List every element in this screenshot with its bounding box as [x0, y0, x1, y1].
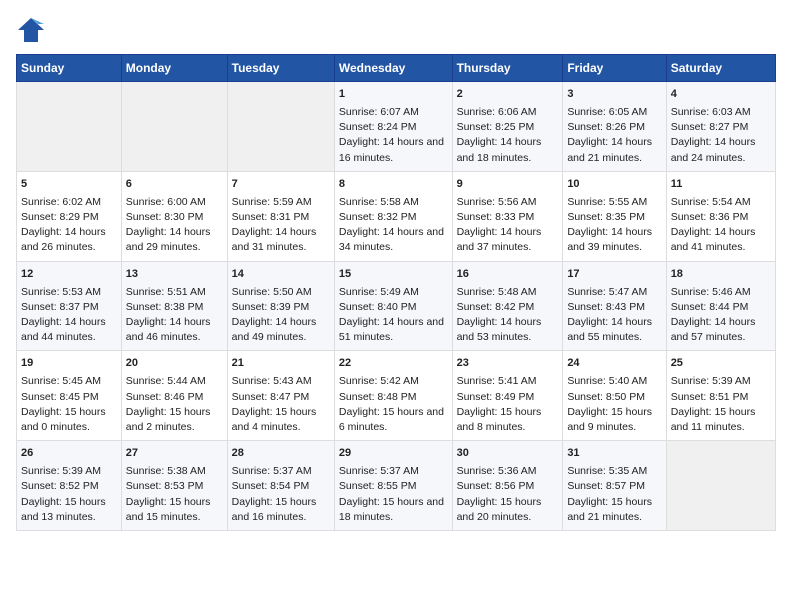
weekday-header: Monday	[121, 55, 227, 82]
day-number: 21	[232, 356, 330, 372]
day-number: 14	[232, 267, 330, 283]
calendar-cell: 9Sunrise: 5:56 AMSunset: 8:33 PMDaylight…	[452, 171, 563, 261]
calendar-cell: 10Sunrise: 5:55 AMSunset: 8:35 PMDayligh…	[563, 171, 666, 261]
day-number: 30	[457, 446, 559, 462]
calendar-cell: 8Sunrise: 5:58 AMSunset: 8:32 PMDaylight…	[334, 171, 452, 261]
day-number: 8	[339, 177, 448, 193]
calendar-cell: 12Sunrise: 5:53 AMSunset: 8:37 PMDayligh…	[17, 261, 122, 351]
calendar-cell: 1Sunrise: 6:07 AMSunset: 8:24 PMDaylight…	[334, 82, 452, 172]
day-number: 13	[126, 267, 223, 283]
calendar-table: SundayMondayTuesdayWednesdayThursdayFrid…	[16, 54, 776, 531]
calendar-cell: 30Sunrise: 5:36 AMSunset: 8:56 PMDayligh…	[452, 441, 563, 531]
day-number: 22	[339, 356, 448, 372]
day-number: 1	[339, 87, 448, 103]
calendar-cell: 29Sunrise: 5:37 AMSunset: 8:55 PMDayligh…	[334, 441, 452, 531]
calendar-cell: 2Sunrise: 6:06 AMSunset: 8:25 PMDaylight…	[452, 82, 563, 172]
weekday-header: Tuesday	[227, 55, 334, 82]
calendar-week-row: 5Sunrise: 6:02 AMSunset: 8:29 PMDaylight…	[17, 171, 776, 261]
day-number: 5	[21, 177, 117, 193]
day-number: 10	[567, 177, 661, 193]
calendar-cell	[666, 441, 775, 531]
calendar-week-row: 19Sunrise: 5:45 AMSunset: 8:45 PMDayligh…	[17, 351, 776, 441]
day-number: 2	[457, 87, 559, 103]
calendar-cell: 6Sunrise: 6:00 AMSunset: 8:30 PMDaylight…	[121, 171, 227, 261]
day-number: 6	[126, 177, 223, 193]
weekday-header: Sunday	[17, 55, 122, 82]
calendar-cell: 27Sunrise: 5:38 AMSunset: 8:53 PMDayligh…	[121, 441, 227, 531]
calendar-cell: 23Sunrise: 5:41 AMSunset: 8:49 PMDayligh…	[452, 351, 563, 441]
calendar-header-row: SundayMondayTuesdayWednesdayThursdayFrid…	[17, 55, 776, 82]
calendar-cell: 14Sunrise: 5:50 AMSunset: 8:39 PMDayligh…	[227, 261, 334, 351]
day-number: 27	[126, 446, 223, 462]
calendar-cell: 25Sunrise: 5:39 AMSunset: 8:51 PMDayligh…	[666, 351, 775, 441]
calendar-cell: 20Sunrise: 5:44 AMSunset: 8:46 PMDayligh…	[121, 351, 227, 441]
day-number: 15	[339, 267, 448, 283]
calendar-cell: 26Sunrise: 5:39 AMSunset: 8:52 PMDayligh…	[17, 441, 122, 531]
day-number: 23	[457, 356, 559, 372]
calendar-cell: 4Sunrise: 6:03 AMSunset: 8:27 PMDaylight…	[666, 82, 775, 172]
calendar-cell: 18Sunrise: 5:46 AMSunset: 8:44 PMDayligh…	[666, 261, 775, 351]
day-number: 4	[671, 87, 771, 103]
day-number: 7	[232, 177, 330, 193]
calendar-cell: 19Sunrise: 5:45 AMSunset: 8:45 PMDayligh…	[17, 351, 122, 441]
day-number: 31	[567, 446, 661, 462]
calendar-cell	[227, 82, 334, 172]
calendar-cell: 3Sunrise: 6:05 AMSunset: 8:26 PMDaylight…	[563, 82, 666, 172]
weekday-header: Saturday	[666, 55, 775, 82]
calendar-cell: 28Sunrise: 5:37 AMSunset: 8:54 PMDayligh…	[227, 441, 334, 531]
calendar-cell: 24Sunrise: 5:40 AMSunset: 8:50 PMDayligh…	[563, 351, 666, 441]
calendar-cell: 15Sunrise: 5:49 AMSunset: 8:40 PMDayligh…	[334, 261, 452, 351]
day-number: 3	[567, 87, 661, 103]
calendar-cell: 11Sunrise: 5:54 AMSunset: 8:36 PMDayligh…	[666, 171, 775, 261]
day-number: 17	[567, 267, 661, 283]
calendar-cell: 16Sunrise: 5:48 AMSunset: 8:42 PMDayligh…	[452, 261, 563, 351]
day-number: 19	[21, 356, 117, 372]
calendar-cell: 31Sunrise: 5:35 AMSunset: 8:57 PMDayligh…	[563, 441, 666, 531]
day-number: 26	[21, 446, 117, 462]
calendar-cell: 5Sunrise: 6:02 AMSunset: 8:29 PMDaylight…	[17, 171, 122, 261]
day-number: 16	[457, 267, 559, 283]
weekday-header: Friday	[563, 55, 666, 82]
logo	[16, 16, 50, 44]
day-number: 18	[671, 267, 771, 283]
calendar-week-row: 26Sunrise: 5:39 AMSunset: 8:52 PMDayligh…	[17, 441, 776, 531]
calendar-cell: 13Sunrise: 5:51 AMSunset: 8:38 PMDayligh…	[121, 261, 227, 351]
day-number: 29	[339, 446, 448, 462]
day-number: 9	[457, 177, 559, 193]
calendar-week-row: 1Sunrise: 6:07 AMSunset: 8:24 PMDaylight…	[17, 82, 776, 172]
calendar-cell: 17Sunrise: 5:47 AMSunset: 8:43 PMDayligh…	[563, 261, 666, 351]
calendar-cell	[17, 82, 122, 172]
logo-icon	[16, 16, 46, 44]
calendar-cell: 21Sunrise: 5:43 AMSunset: 8:47 PMDayligh…	[227, 351, 334, 441]
page-header	[16, 16, 776, 44]
day-number: 25	[671, 356, 771, 372]
calendar-week-row: 12Sunrise: 5:53 AMSunset: 8:37 PMDayligh…	[17, 261, 776, 351]
day-number: 11	[671, 177, 771, 193]
day-number: 28	[232, 446, 330, 462]
calendar-cell: 22Sunrise: 5:42 AMSunset: 8:48 PMDayligh…	[334, 351, 452, 441]
weekday-header: Thursday	[452, 55, 563, 82]
calendar-cell	[121, 82, 227, 172]
day-number: 20	[126, 356, 223, 372]
calendar-cell: 7Sunrise: 5:59 AMSunset: 8:31 PMDaylight…	[227, 171, 334, 261]
day-number: 24	[567, 356, 661, 372]
day-number: 12	[21, 267, 117, 283]
weekday-header: Wednesday	[334, 55, 452, 82]
